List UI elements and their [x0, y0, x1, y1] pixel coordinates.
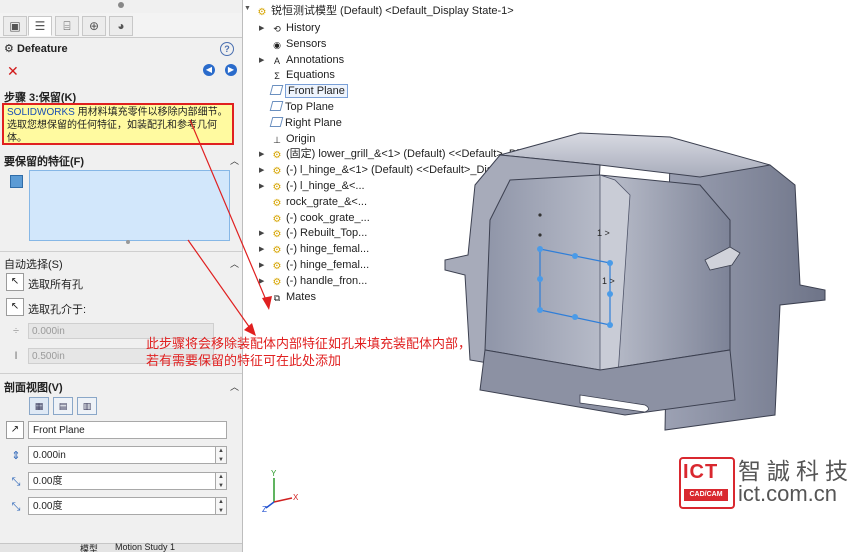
logo-sub-text: CAD/CAM	[684, 489, 728, 501]
logo-ict-text: ICT	[683, 461, 719, 483]
logo-url: ict.com.cn	[738, 481, 838, 506]
annotation-line-1: 此步骤将会移除装配体内部特征如孔来填充装配体内部，	[146, 336, 472, 351]
ict-logo: ICT CAD/CAM	[679, 457, 735, 509]
annotation-line-2: 若有需要保留的特征可在此处添加	[146, 353, 342, 368]
annotation-text: 此步骤将会移除装配体内部特征如孔来填充装配体内部， 若有需要保留的特征可在此处添…	[146, 335, 471, 369]
